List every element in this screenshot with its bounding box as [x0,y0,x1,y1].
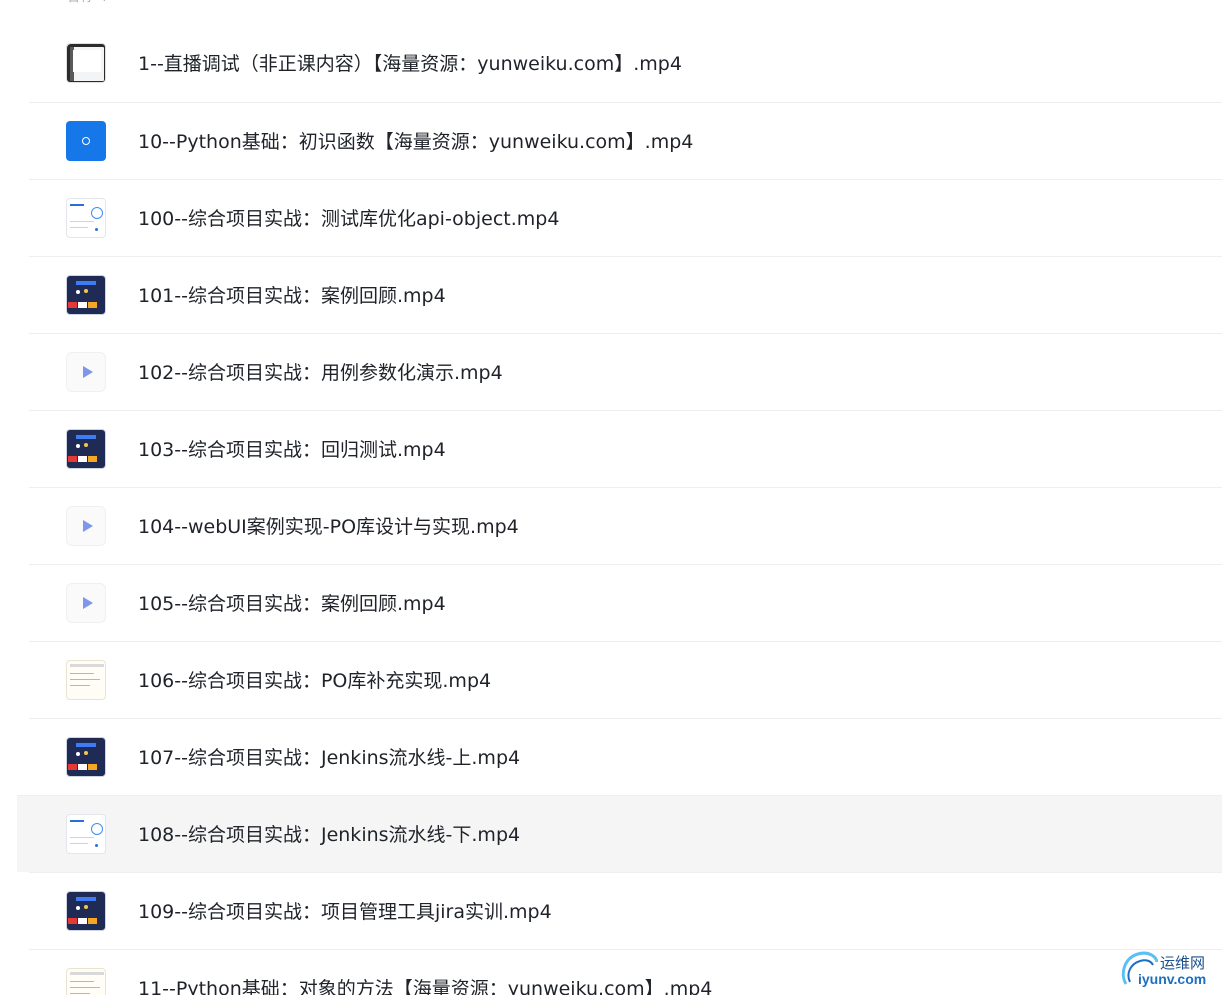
file-browser-page: 名称 ↑ 1--直播调试（非正课内容）【海量资源：yunweiku.com】.m… [0,0,1222,995]
watermark-en-text: iyunv.com [1138,971,1207,987]
watermark-cn-text: 运维网 [1160,954,1206,972]
file-name: 1--直播调试（非正课内容）【海量资源：yunweiku.com】.mp4 [138,53,682,75]
file-name: 10--Python基础：初识函数【海量资源：yunweiku.com】.mp4 [138,131,694,153]
play-icon [66,583,106,623]
file-list: 1--直播调试（非正课内容）【海量资源：yunweiku.com】.mp4 10… [0,25,1222,995]
file-name: 109--综合项目实战：项目管理工具jira实训.mp4 [138,901,552,923]
video-thumbnail [66,814,106,854]
file-name: 100--综合项目实战：测试库优化api-object.mp4 [138,208,560,230]
file-row[interactable]: 11--Python基础：对象的方法【海量资源：yunweiku.com】.mp… [29,949,1222,995]
file-row[interactable]: 102--综合项目实战：用例参数化演示.mp4 [29,333,1222,410]
file-name: 107--综合项目实战：Jenkins流水线-上.mp4 [138,747,521,769]
file-row[interactable]: 100--综合项目实战：测试库优化api-object.mp4 [29,179,1222,256]
play-icon [66,506,106,546]
file-row[interactable]: 107--综合项目实战：Jenkins流水线-上.mp4 [29,718,1222,795]
video-thumbnail [66,891,106,931]
file-row[interactable]: 1--直播调试（非正课内容）【海量资源：yunweiku.com】.mp4 [29,25,1222,102]
file-name: 103--综合项目实战：回归测试.mp4 [138,439,446,461]
file-row[interactable]: 106--综合项目实战：PO库补充实现.mp4 [29,641,1222,718]
file-name: 106--综合项目实战：PO库补充实现.mp4 [138,670,492,692]
file-row[interactable]: 101--综合项目实战：案例回顾.mp4 [29,256,1222,333]
video-thumbnail [66,737,106,777]
file-row[interactable]: 104--webUI案例实现-PO库设计与实现.mp4 [29,487,1222,564]
file-row[interactable]: 103--综合项目实战：回归测试.mp4 [29,410,1222,487]
video-thumbnail [66,429,106,469]
file-row[interactable]: 109--综合项目实战：项目管理工具jira实训.mp4 [29,872,1222,949]
file-name: 105--综合项目实战：案例回顾.mp4 [138,593,446,615]
file-name: 102--综合项目实战：用例参数化演示.mp4 [138,362,503,384]
name-column-header[interactable]: 名称 ↑ [66,0,110,8]
file-name: 108--综合项目实战：Jenkins流水线-下.mp4 [138,824,521,846]
video-thumbnail [66,968,106,995]
video-thumbnail [66,660,106,700]
video-thumbnail [66,275,106,315]
file-name: 11--Python基础：对象的方法【海量资源：yunweiku.com】.mp… [138,978,713,995]
video-thumbnail [66,198,106,238]
file-name: 101--综合项目实战：案例回顾.mp4 [138,285,446,307]
file-row-selected[interactable]: 108--综合项目实战：Jenkins流水线-下.mp4 [17,795,1222,872]
file-row[interactable]: 10--Python基础：初识函数【海量资源：yunweiku.com】.mp4 [29,102,1222,179]
video-thumbnail [66,43,106,83]
video-thumbnail [66,121,106,161]
watermark-logo: 运维网 iyunv.com [1118,946,1222,992]
play-icon [66,352,106,392]
file-name: 104--webUI案例实现-PO库设计与实现.mp4 [138,516,519,538]
file-row[interactable]: 105--综合项目实战：案例回顾.mp4 [29,564,1222,641]
